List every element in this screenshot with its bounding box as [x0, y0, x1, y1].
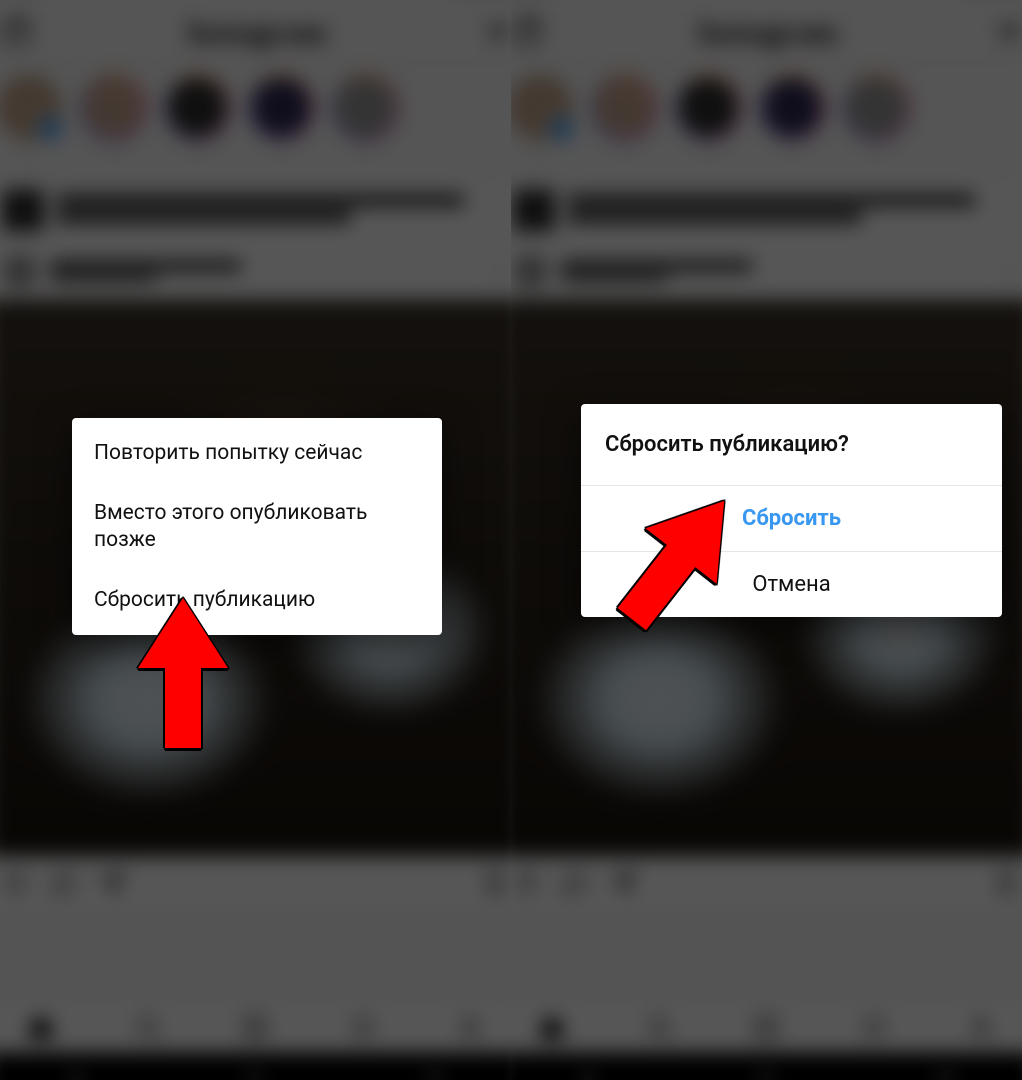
publish-later-option[interactable]: Вместо этого опубликовать позже	[72, 483, 442, 570]
upload-retry-menu: Повторить попытку сейчас Вместо этого оп…	[72, 418, 442, 635]
retry-now-option[interactable]: Повторить попытку сейчас	[72, 418, 442, 483]
discard-post-dialog: Сбросить публикацию? Сбросить Отмена	[581, 404, 1002, 617]
screenshot-step-2: Instagram — — — — — ⋮	[511, 0, 1022, 1080]
dialog-title: Сбросить публикацию?	[581, 404, 1002, 486]
screenshot-step-1: Instagram — — — — — ⋮	[0, 0, 511, 1080]
discard-confirm-button[interactable]: Сбросить	[581, 486, 1002, 552]
cancel-button[interactable]: Отмена	[581, 552, 1002, 617]
discard-post-option[interactable]: Сбросить публикацию	[72, 570, 442, 635]
